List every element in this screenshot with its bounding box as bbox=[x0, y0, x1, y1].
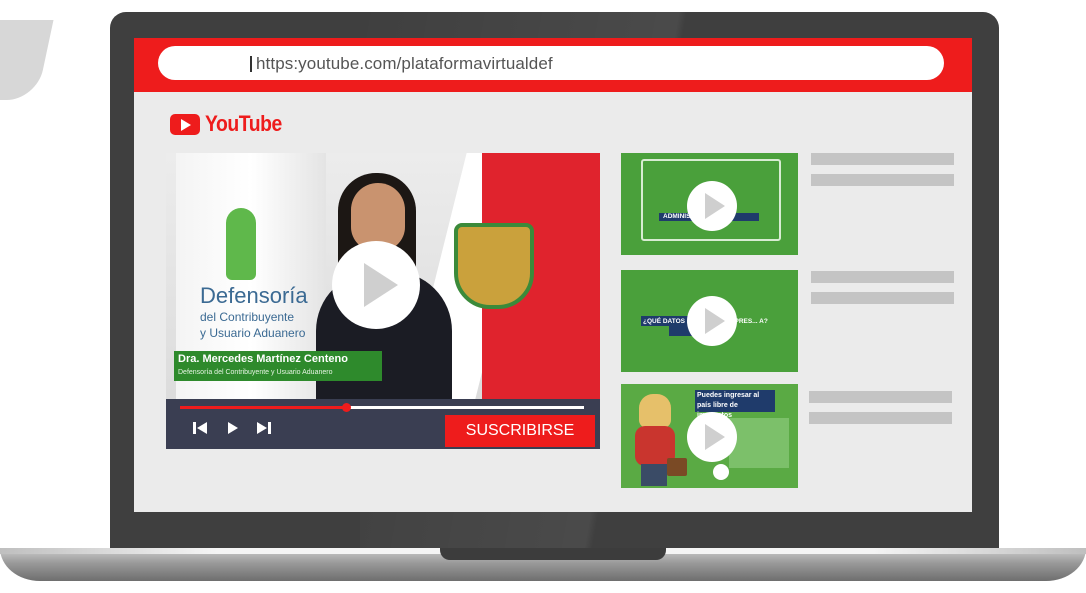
related-video-thumbnail[interactable]: ¿QUÉ DATOS ... ONAR PARA PRES... A? bbox=[621, 270, 798, 372]
coat-of-arms-icon bbox=[454, 223, 534, 309]
play-icon bbox=[705, 193, 725, 219]
progress-fill bbox=[180, 406, 346, 409]
skip-next-icon[interactable] bbox=[256, 420, 272, 436]
character-head bbox=[639, 394, 671, 428]
text-block bbox=[729, 418, 789, 468]
address-bar[interactable]: https:youtube.com/plataformavirtualdef bbox=[158, 46, 944, 80]
subscribe-button[interactable]: SUSCRIBIRSE bbox=[445, 415, 595, 447]
youtube-logo-text: YouTube bbox=[205, 111, 282, 136]
url-text: https:youtube.com/plataformavirtualdef bbox=[256, 54, 553, 73]
play-icon bbox=[364, 263, 398, 307]
laptop-notch bbox=[440, 548, 666, 560]
defensoria-logo-icon bbox=[226, 208, 256, 280]
org-subtitle-2: y Usuario Aduanero bbox=[200, 326, 306, 340]
brand-logo-icon bbox=[713, 464, 729, 480]
play-icon bbox=[705, 308, 725, 334]
title-placeholder bbox=[809, 391, 952, 403]
title-placeholder bbox=[811, 153, 954, 165]
skip-previous-icon[interactable] bbox=[192, 420, 208, 436]
text-cursor bbox=[250, 56, 252, 72]
org-title: Defensoría bbox=[200, 283, 308, 308]
meta-placeholder bbox=[809, 412, 952, 424]
presenter-role: Defensoría del Contribuyente y Usuario A… bbox=[178, 369, 333, 376]
meta-placeholder bbox=[811, 292, 954, 304]
suitcase-icon bbox=[667, 458, 687, 476]
meta-placeholder bbox=[811, 174, 954, 186]
youtube-play-icon bbox=[170, 113, 200, 135]
character-legs bbox=[641, 464, 667, 486]
browser-toolbar: https:youtube.com/plataformavirtualdef bbox=[134, 38, 972, 92]
laptop-screen: https:youtube.com/plataformavirtualdef Y… bbox=[134, 38, 972, 512]
related-video-thumbnail[interactable]: ADMINIS... TARIAS? bbox=[621, 153, 798, 255]
decorative-shape bbox=[0, 20, 54, 100]
related-video-thumbnail[interactable]: Puedes ingresar al país libre de impuest… bbox=[621, 384, 798, 488]
play-icon bbox=[705, 424, 725, 450]
main-video-player[interactable]: Defensoría del Contribuyente y Usuario A… bbox=[166, 153, 600, 399]
progress-handle[interactable] bbox=[341, 403, 351, 412]
org-subtitle-1: del Contribuyente bbox=[200, 310, 295, 324]
presenter-name: Dra. Mercedes Martínez Centeno bbox=[178, 353, 348, 365]
youtube-logo[interactable]: YouTube bbox=[170, 111, 292, 137]
play-icon[interactable] bbox=[226, 420, 240, 436]
title-placeholder bbox=[811, 271, 954, 283]
